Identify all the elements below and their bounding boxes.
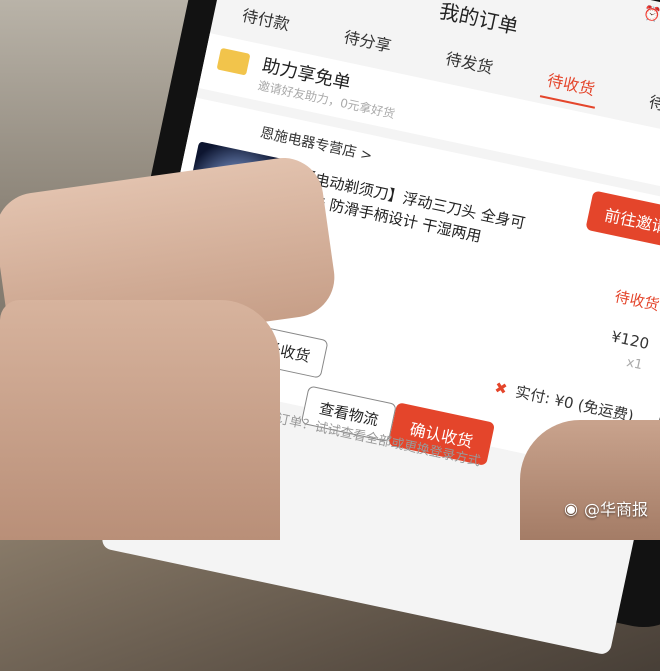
paid-amount: ✖ 实付: ¥0 (免运费) [493,376,636,426]
product-price: ¥120 [609,327,651,353]
paid-text: 实付: ¥0 (免运费) [513,382,636,426]
watermark: ◉ @华商报 [564,496,648,520]
tab-pending-review[interactable]: 待评价 [642,80,660,131]
weibo-icon: ◉ [564,498,578,518]
hand-fingers [520,420,660,540]
tab-pending-receipt[interactable]: 待收货 [539,57,603,109]
watermark-text: @华商报 [583,500,648,519]
alarm-icon: ⏰ [641,5,660,25]
discount-icon: ✖ [492,378,509,399]
hand-palm [0,300,280,540]
tab-pending-share[interactable]: 待分享 [336,15,399,66]
invite-button[interactable]: 前往邀请 [585,190,660,250]
envelope-icon [216,47,251,76]
tab-pending-shipment[interactable]: 待发货 [438,36,501,87]
status-badge: 待收货 [613,287,660,315]
product-quantity: x1 [625,355,644,374]
tab-pending-payment[interactable]: 待付款 [235,0,298,44]
